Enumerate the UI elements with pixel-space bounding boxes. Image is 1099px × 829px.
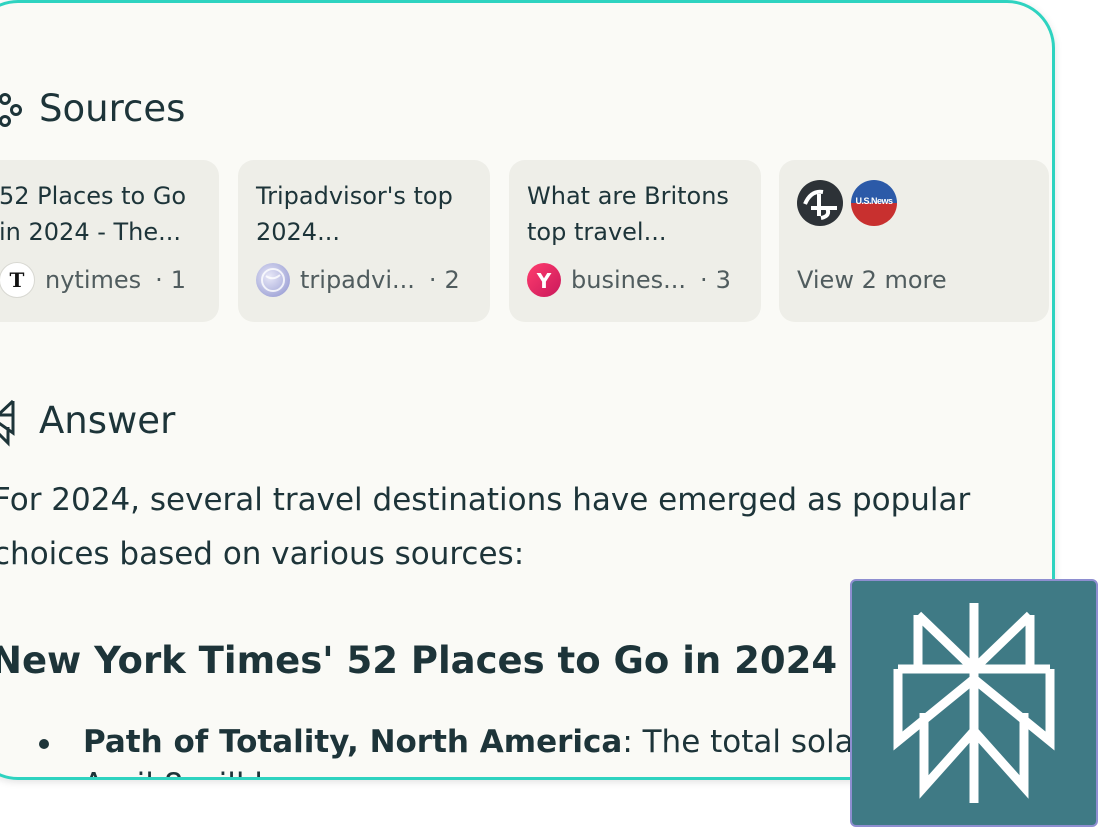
source-index: 2 xyxy=(444,266,460,294)
source-title: What are Britons top travel... xyxy=(527,182,729,246)
view-more-link: View 2 more xyxy=(797,266,947,294)
globe-icon xyxy=(256,263,290,297)
sources-dots-icon xyxy=(0,93,22,127)
separator-dot: · xyxy=(699,266,708,294)
source-meta: Y busines... · 3 xyxy=(527,262,747,298)
source-meta: tripadvi... · 2 xyxy=(256,262,476,298)
list-item-rest: : The total sola xyxy=(622,724,854,760)
us-news-logo-icon: U.S.News xyxy=(851,180,897,226)
list-item-text: Path of Totality, North America: The tot… xyxy=(83,717,854,767)
separator-dot: · xyxy=(428,266,437,294)
source-card-1[interactable]: 52 Places to Go in 2024 - The... T nytim… xyxy=(0,160,219,322)
perplexity-app-logo xyxy=(850,579,1098,827)
svg-text:Y: Y xyxy=(536,269,552,293)
source-title: 52 Places to Go in 2024 - The... xyxy=(0,182,187,246)
source-index: 3 xyxy=(715,266,731,294)
source-meta: T nytimes · 1 xyxy=(0,262,205,298)
source-site: tripadvi... xyxy=(300,266,415,294)
view-more-card[interactable]: U.S.News View 2 more xyxy=(779,160,1049,322)
answer-subheading: New York Times' 52 Places to Go in 2024 xyxy=(0,639,838,682)
answer-title: Answer xyxy=(39,399,176,442)
perplexity-logo-icon xyxy=(0,399,15,447)
nytimes-logo-icon: T xyxy=(0,262,35,298)
us-news-logo-text: U.S.News xyxy=(855,196,893,206)
svg-text:T: T xyxy=(10,268,25,292)
source-title: Tripadvisor's top 2024... xyxy=(256,182,453,246)
list-item-bold: Path of Totality, North America xyxy=(83,724,623,760)
bullet-dot xyxy=(39,739,49,749)
perplexity-logo-icon xyxy=(893,603,1055,803)
dark-brand-logo-icon xyxy=(797,180,843,226)
source-card-3[interactable]: What are Britons top travel... Y busines… xyxy=(509,160,761,322)
answer-intro: For 2024, several travel destinations ha… xyxy=(0,482,971,572)
y-logo-icon: Y xyxy=(527,263,561,297)
source-site: busines... xyxy=(571,266,686,294)
source-index: 1 xyxy=(170,266,187,294)
answer-continued-text: April 8 will be a ... xyxy=(83,767,361,777)
source-card-2[interactable]: Tripadvisor's top 2024... tripadvi... · … xyxy=(238,160,490,322)
source-site: nytimes xyxy=(45,266,142,294)
more-sources-icons: U.S.News xyxy=(797,180,905,226)
sources-title: Sources xyxy=(39,87,186,130)
separator-dot: · xyxy=(155,266,163,294)
